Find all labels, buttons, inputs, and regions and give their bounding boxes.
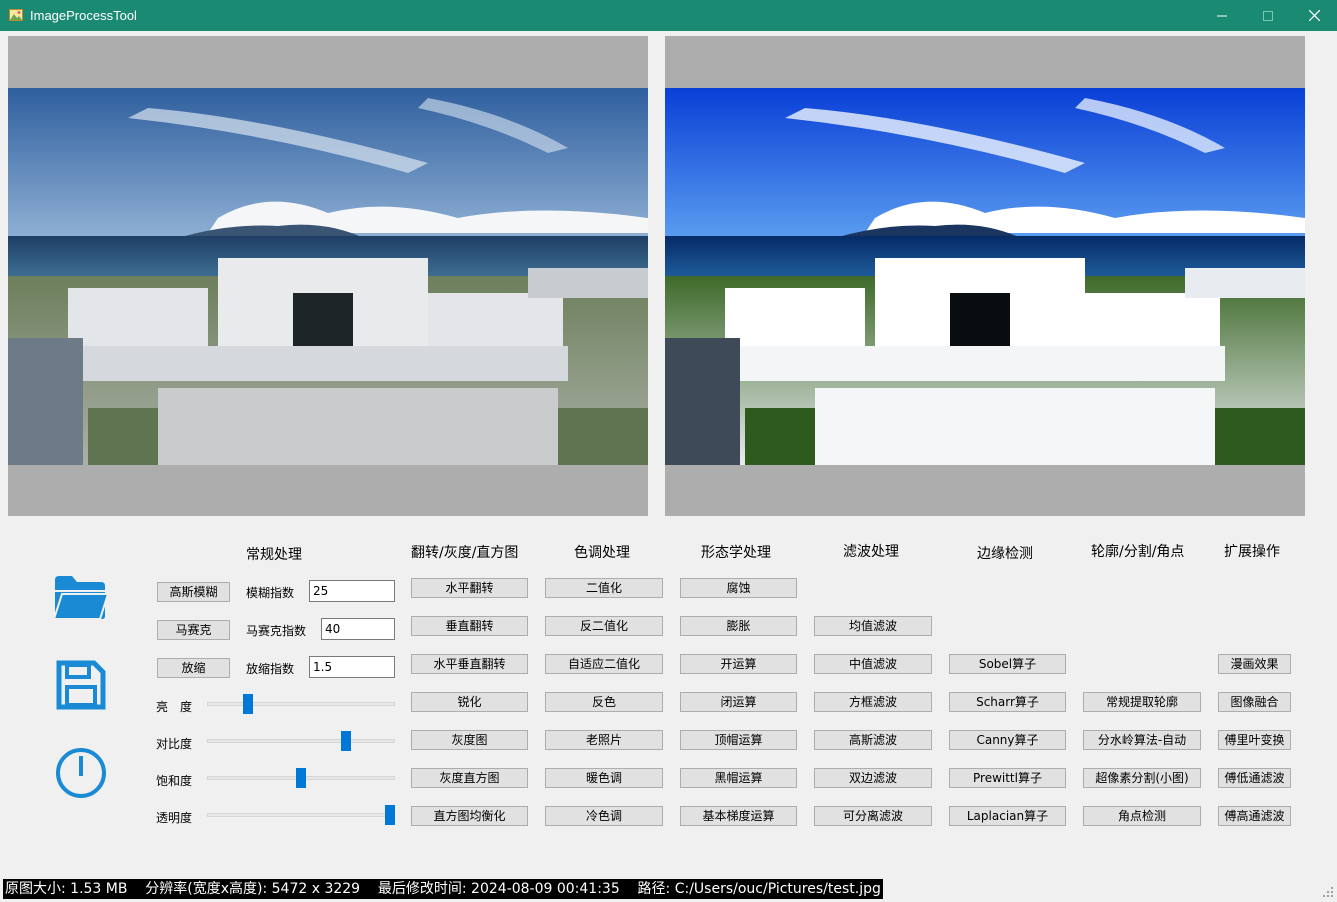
inverse-binarize-button[interactable]: 反二值化 <box>545 616 663 636</box>
gaussian-blur-button[interactable]: 高斯模糊 <box>157 582 230 602</box>
cartoon-button[interactable]: 漫画效果 <box>1218 654 1291 674</box>
contour-extract-button[interactable]: 常规提取轮廓 <box>1083 692 1201 712</box>
brightness-slider-thumb[interactable] <box>242 694 253 714</box>
maximize-icon <box>1263 10 1273 21</box>
section-contour: 轮廓/分割/角点 <box>1091 544 1185 560</box>
adaptive-binarize-button[interactable]: 自适应二值化 <box>545 654 663 674</box>
processed-image <box>665 88 1305 465</box>
original-image-panel <box>8 36 648 516</box>
binarize-button[interactable]: 二值化 <box>545 578 663 598</box>
cool-tone-button[interactable]: 冷色调 <box>545 806 663 826</box>
dilate-button[interactable]: 膨胀 <box>680 616 797 636</box>
section-tone: 色调处理 <box>574 545 630 561</box>
hv-flip-button[interactable]: 水平垂直翻转 <box>411 654 528 674</box>
gray-histogram-button[interactable]: 灰度直方图 <box>411 768 528 788</box>
vertical-flip-button[interactable]: 垂直翻转 <box>411 616 528 636</box>
zoom-index-input[interactable]: 1.5 <box>309 656 395 678</box>
blur-index-label: 模糊指数 <box>246 586 295 600</box>
opening-button[interactable]: 开运算 <box>680 654 797 674</box>
fourier-lowpass-button[interactable]: 傅低通滤波 <box>1218 768 1291 788</box>
horizontal-flip-button[interactable]: 水平翻转 <box>411 578 528 598</box>
histogram-equalize-button[interactable]: 直方图均衡化 <box>411 806 528 826</box>
mosaic-button[interactable]: 马赛克 <box>157 620 230 640</box>
bilateral-filter-button[interactable]: 双边滤波 <box>814 768 932 788</box>
save-icon[interactable] <box>56 660 106 710</box>
erode-button[interactable]: 腐蚀 <box>680 578 797 598</box>
grayscale-button[interactable]: 灰度图 <box>411 730 528 750</box>
opacity-label: 透明度 <box>156 811 193 825</box>
section-edge: 边缘检测 <box>977 546 1033 562</box>
contrast-slider-track[interactable] <box>207 739 395 743</box>
folder-icon[interactable] <box>52 572 108 622</box>
prewitt-button[interactable]: Prewittl算子 <box>949 768 1066 788</box>
blur-index-input[interactable]: 25 <box>309 580 395 602</box>
close-icon <box>1308 10 1320 21</box>
maximize-button[interactable] <box>1245 0 1291 31</box>
contrast-slider-thumb[interactable] <box>340 731 351 751</box>
brightness-slider-track[interactable] <box>207 702 395 706</box>
box-filter-button[interactable]: 方框滤波 <box>814 692 932 712</box>
saturation-label: 饱和度 <box>156 774 193 788</box>
opacity-slider-thumb[interactable] <box>385 805 395 825</box>
superpixel-button[interactable]: 超像素分割(小图) <box>1083 768 1201 788</box>
zoom-index-label: 放缩指数 <box>246 662 295 676</box>
laplacian-button[interactable]: Laplacian算子 <box>949 806 1066 826</box>
close-button[interactable] <box>1291 0 1337 31</box>
minimize-button[interactable] <box>1199 0 1245 31</box>
scharr-button[interactable]: Scharr算子 <box>949 692 1066 712</box>
watershed-button[interactable]: 分水岭算法-自动 <box>1083 730 1201 750</box>
section-general: 常规处理 <box>246 547 302 563</box>
median-filter-button[interactable]: 中值滤波 <box>814 654 932 674</box>
mosaic-index-input[interactable]: 40 <box>321 618 395 640</box>
section-filter: 滤波处理 <box>843 544 899 560</box>
app-image-icon <box>9 9 23 21</box>
image-blend-button[interactable]: 图像融合 <box>1218 692 1291 712</box>
status-bar: 原图大小: 1.53 MB 分辨率(宽度x高度): 5472 x 3229 最后… <box>3 879 883 899</box>
section-morph: 形态学处理 <box>701 545 771 561</box>
gradient-button[interactable]: 基本梯度运算 <box>680 806 797 826</box>
contrast-label: 对比度 <box>156 737 193 751</box>
section-flip: 翻转/灰度/直方图 <box>411 545 519 561</box>
saturation-slider-thumb[interactable] <box>296 768 306 788</box>
resize-grip-icon[interactable] <box>1322 886 1334 898</box>
old-photo-button[interactable]: 老照片 <box>545 730 663 750</box>
opacity-slider-track[interactable] <box>207 813 395 817</box>
original-image <box>8 88 648 465</box>
fourier-button[interactable]: 傅里叶变换 <box>1218 730 1291 750</box>
closing-button[interactable]: 闭运算 <box>680 692 797 712</box>
gaussian-filter-button[interactable]: 高斯滤波 <box>814 730 932 750</box>
minimize-icon <box>1217 15 1227 16</box>
canny-button[interactable]: Canny算子 <box>949 730 1066 750</box>
blackhat-button[interactable]: 黑帽运算 <box>680 768 797 788</box>
corner-detect-button[interactable]: 角点检测 <box>1083 806 1201 826</box>
warm-tone-button[interactable]: 暖色调 <box>545 768 663 788</box>
sobel-button[interactable]: Sobel算子 <box>949 654 1066 674</box>
mosaic-index-label: 马赛克指数 <box>246 624 307 638</box>
sharpen-button[interactable]: 锐化 <box>411 692 528 712</box>
title-bar: ImageProcessTool <box>0 0 1337 31</box>
invert-color-button[interactable]: 反色 <box>545 692 663 712</box>
fourier-highpass-button[interactable]: 傅高通滤波 <box>1218 806 1291 826</box>
window-title: ImageProcessTool <box>30 8 137 23</box>
tophat-button[interactable]: 顶帽运算 <box>680 730 797 750</box>
processed-image-panel <box>665 36 1305 516</box>
separable-filter-button[interactable]: 可分离滤波 <box>814 806 932 826</box>
power-icon[interactable] <box>54 746 108 800</box>
section-ext: 扩展操作 <box>1224 544 1280 560</box>
brightness-label: 亮 度 <box>156 700 193 714</box>
mean-filter-button[interactable]: 均值滤波 <box>814 616 932 636</box>
zoom-button[interactable]: 放缩 <box>157 658 230 678</box>
